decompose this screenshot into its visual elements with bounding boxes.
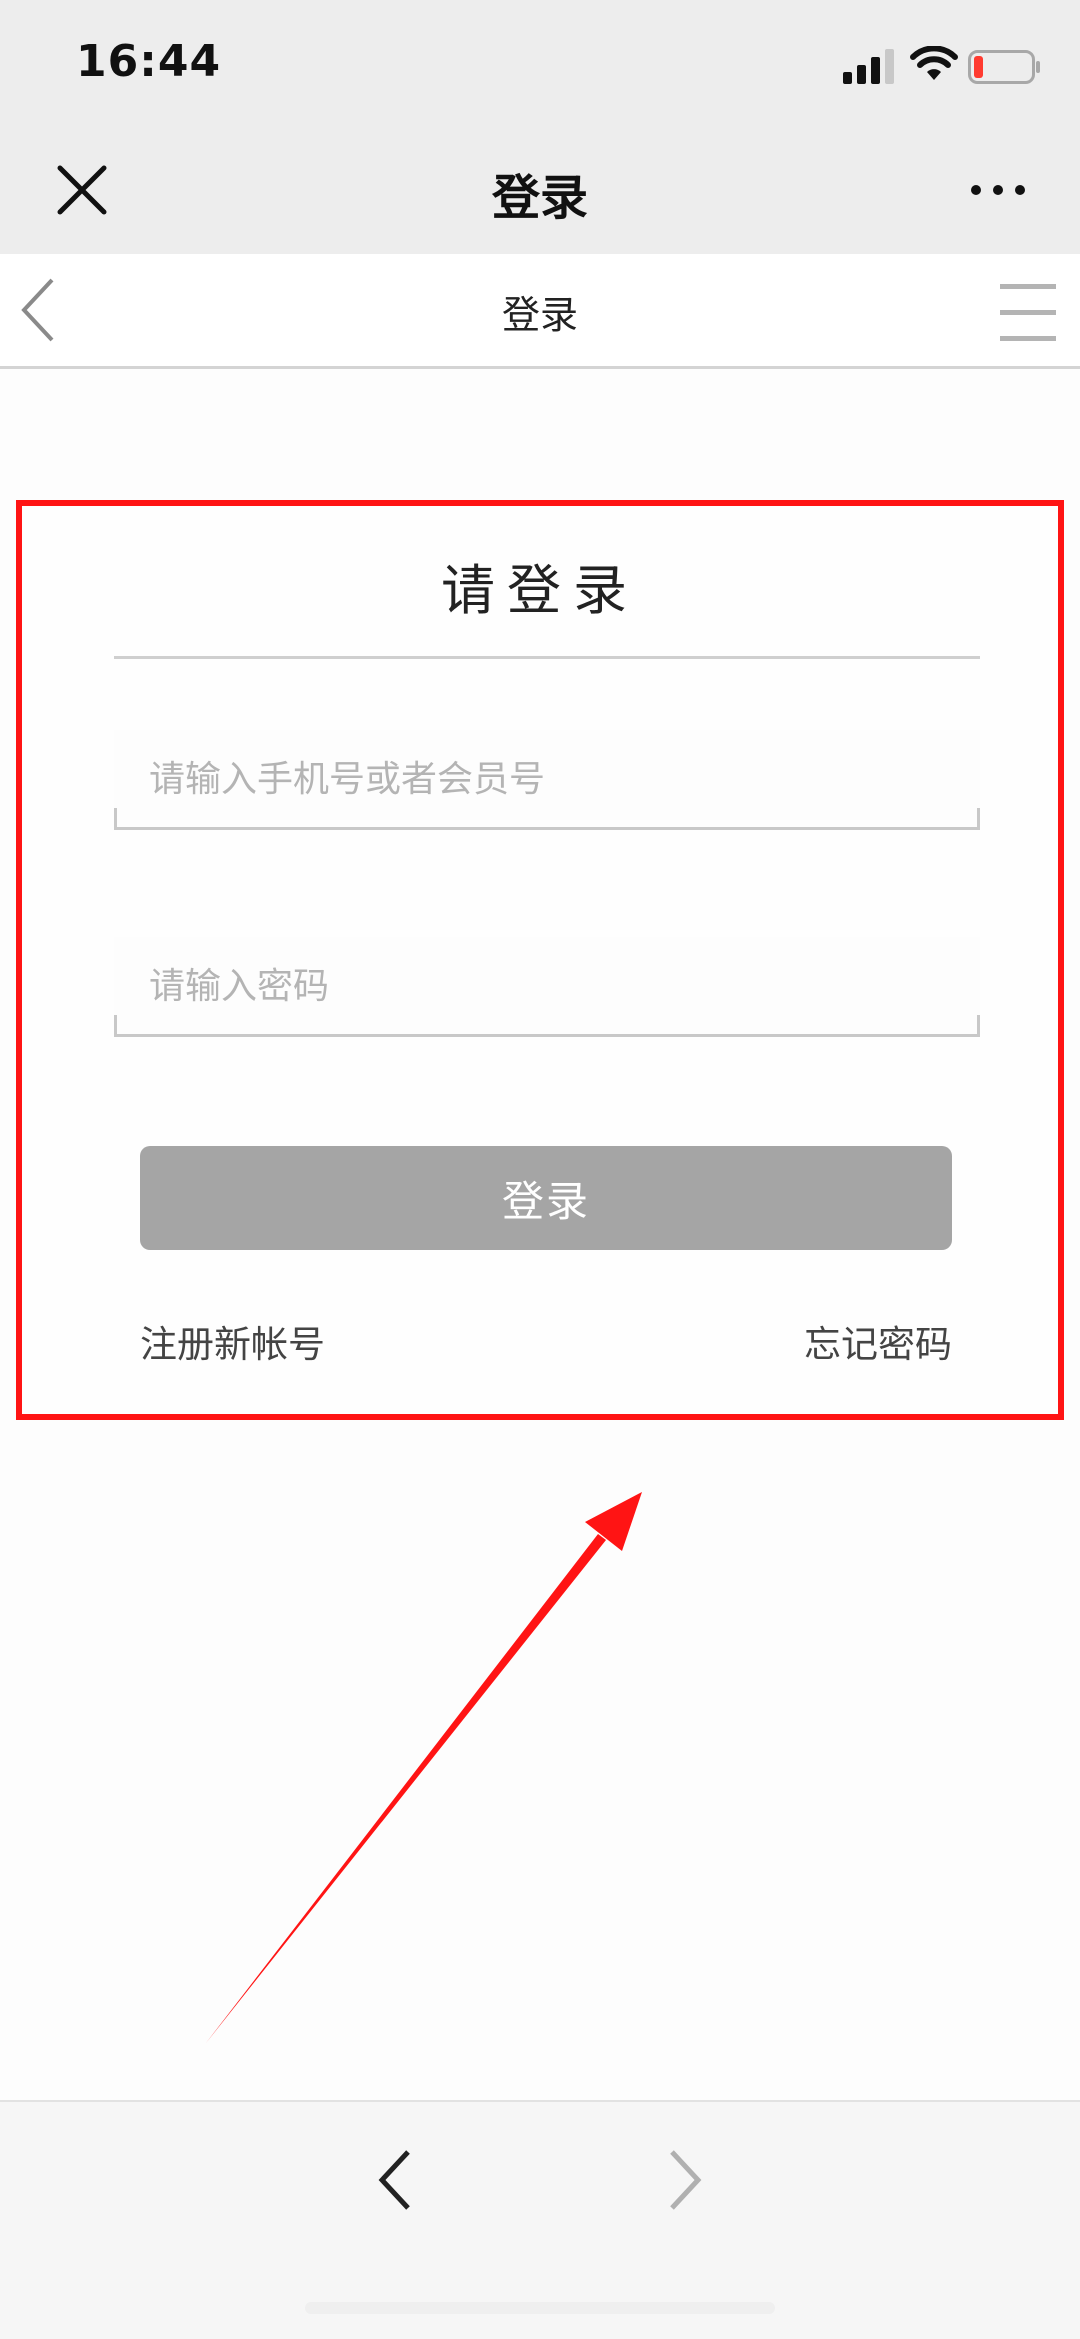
phone-input[interactable] [147,730,951,828]
nav-back-icon[interactable] [370,2144,420,2216]
page-header: 登录 [0,254,1080,369]
register-link[interactable]: 注册新帐号 [140,1314,325,1368]
login-card: 请登录 登录 注册新帐号 忘记密码 [16,500,1064,1420]
title-bar: 登录 [0,130,1080,254]
nav-forward-icon[interactable] [660,2144,710,2216]
password-field[interactable] [114,937,980,1037]
password-input[interactable] [147,937,951,1035]
status-bar: 16:44 [0,0,1080,130]
login-button[interactable]: 登录 [140,1146,952,1250]
phone-field[interactable] [114,730,980,830]
signal-icon [843,49,894,84]
wifi-icon [910,46,958,80]
title-bar-title: 登录 [491,170,588,226]
login-heading: 请登录 [441,559,639,622]
heading-divider [114,656,980,659]
status-time: 16:44 [76,36,222,87]
menu-icon[interactable] [996,280,1060,344]
home-indicator [305,2302,775,2314]
more-icon[interactable] [968,180,1028,200]
screen: 16:44 登录 登录 请登录 请输入手机号或者会员号 登录 注册新帐号 忘记密… [0,0,1080,2339]
bottom-nav-bar [0,2100,1080,2339]
page-header-title: 登录 [501,293,578,337]
forgot-password-link[interactable]: 忘记密码 [804,1314,952,1368]
battery-icon [968,50,1040,84]
